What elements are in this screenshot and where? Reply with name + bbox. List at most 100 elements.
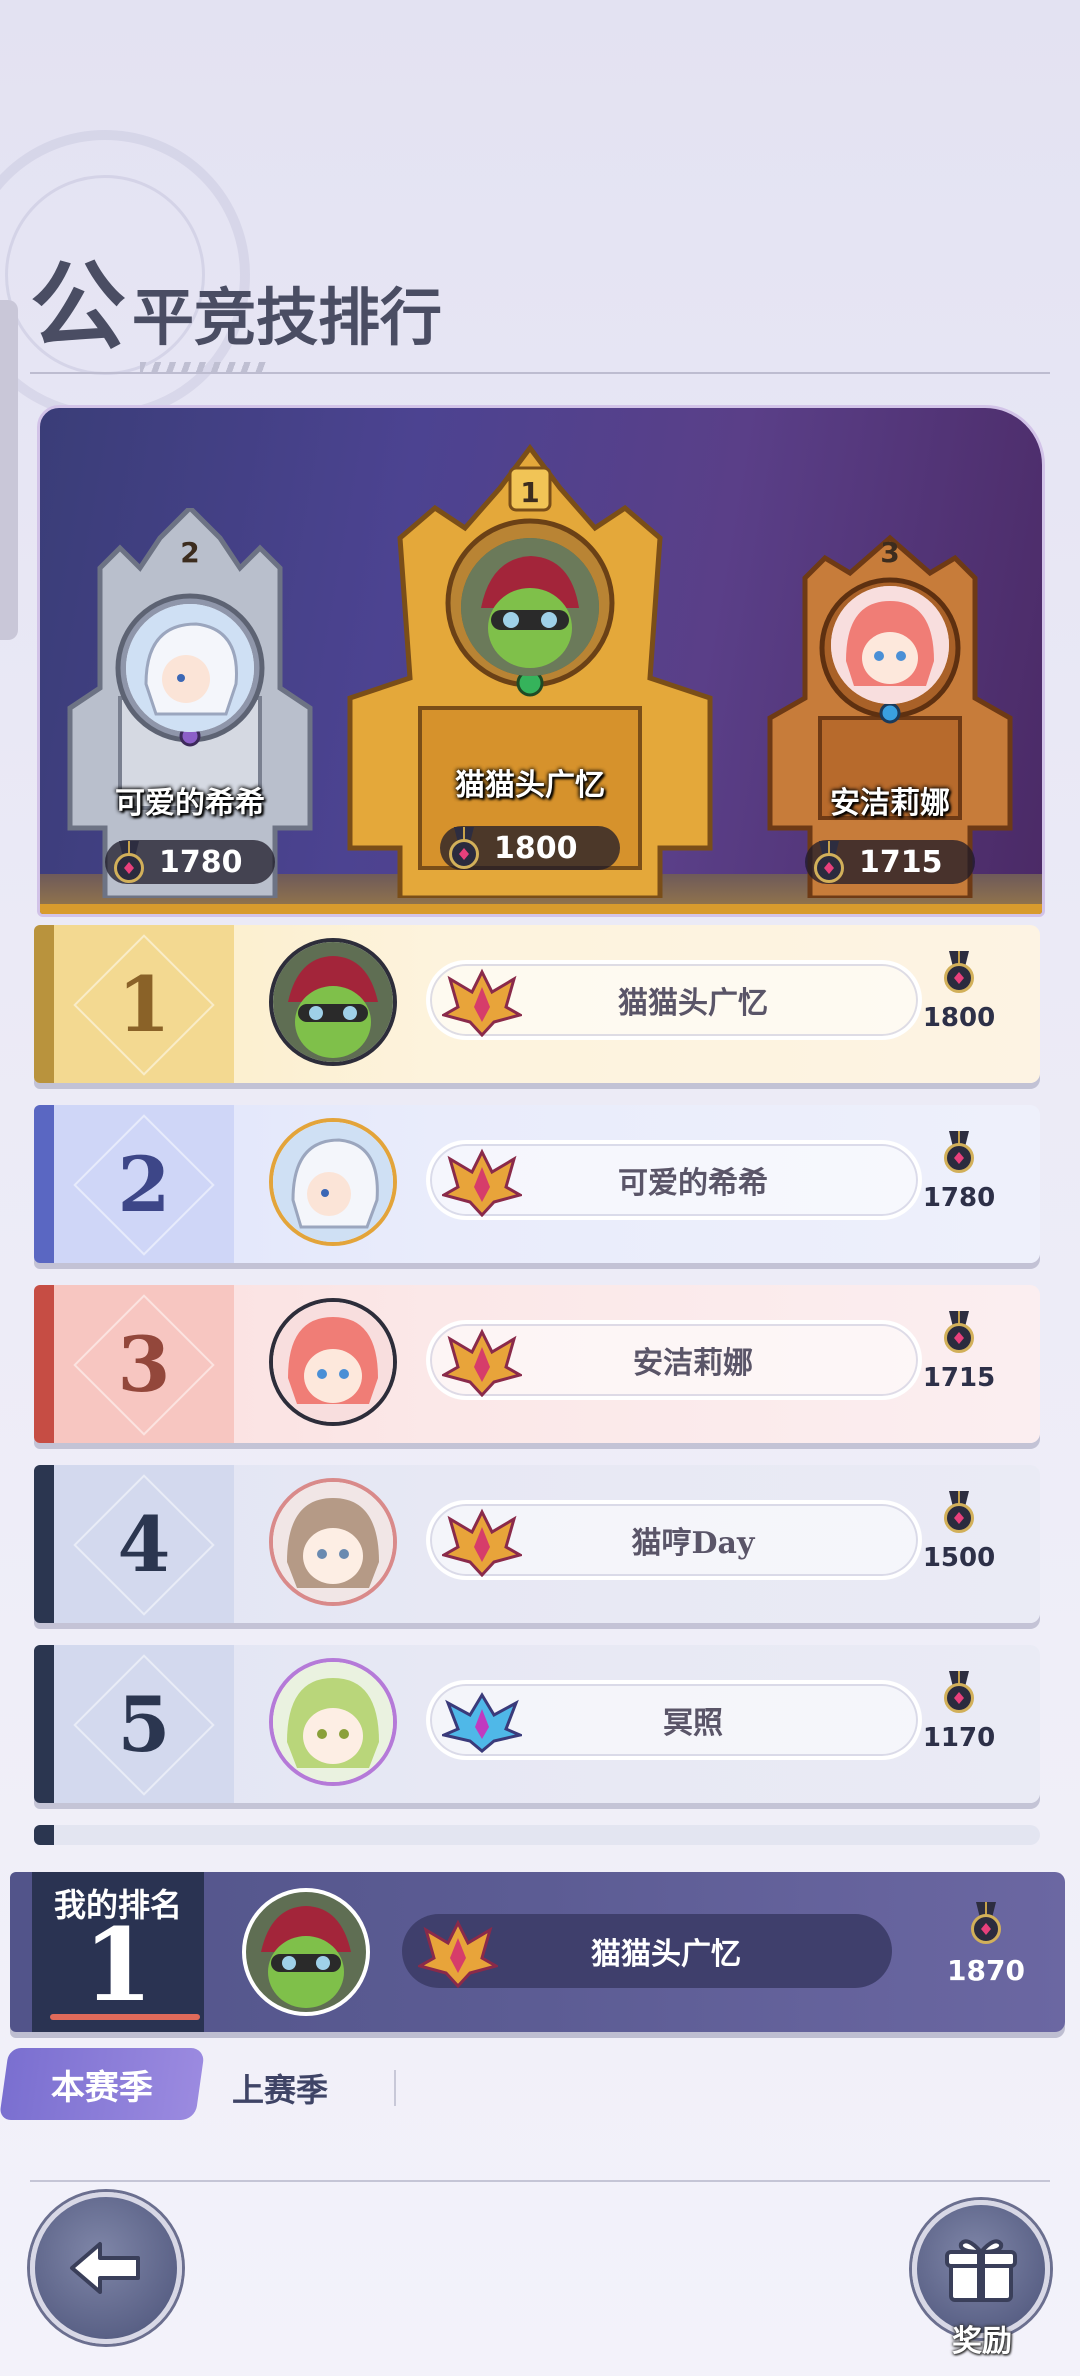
avatar[interactable] [269, 1298, 397, 1426]
medal-icon [943, 1131, 975, 1173]
score-value: 1780 [922, 1183, 996, 1213]
tab-separator [394, 2070, 396, 2106]
medal-icon [943, 1491, 975, 1533]
score-value: 1500 [922, 1543, 996, 1573]
player-name: 可爱的希希 [618, 1166, 768, 1201]
podium-score-value: 1780 [159, 844, 243, 880]
rank-color-bar [34, 1645, 54, 1803]
my-score-value: 1870 [947, 1954, 1025, 1987]
medal-icon [943, 951, 975, 993]
score: 1800 [904, 951, 1014, 1033]
ranking-row-partial[interactable] [34, 1825, 1040, 1845]
medal-icon [943, 1311, 975, 1353]
score: 1715 [904, 1311, 1014, 1393]
rank-cell: 1 [54, 925, 234, 1083]
my-score: 1870 [931, 1902, 1041, 1987]
avatar-goblin-icon [461, 538, 599, 676]
player-name: 冥照 [663, 1706, 723, 1741]
tab-last-season[interactable]: 上赛季 [232, 2058, 328, 2118]
avatar [831, 586, 949, 704]
ranking-row[interactable]: 3 安洁莉娜 1715 [34, 1285, 1040, 1443]
side-handle[interactable] [0, 300, 18, 640]
podium-rank-number: 1 [520, 476, 540, 509]
ranking-row[interactable]: 5 冥照 1170 [34, 1645, 1040, 1803]
my-rank-bar[interactable]: 我的排名 1 猫猫头广忆 1870 [10, 1872, 1065, 2032]
ranking-row[interactable]: 1 猫猫头广忆 1800 [34, 925, 1040, 1083]
podium-score: 1715 [805, 840, 975, 884]
my-rank-number: 1 [83, 1906, 153, 2024]
avatar-goblin-icon [273, 942, 393, 1062]
avatar-green-hair-icon [273, 1662, 393, 1782]
avatar-white-hair-icon [273, 1122, 393, 1242]
rank-number: 4 [117, 1499, 171, 1589]
list-fade [0, 1845, 1080, 1865]
medal-icon [943, 1671, 975, 1713]
rank-number: 3 [117, 1319, 171, 1409]
page-title-first-char: 公 [30, 250, 126, 363]
podium-score-value: 1800 [494, 830, 578, 866]
rank-color-bar [34, 1105, 54, 1263]
gift-icon [945, 2239, 1017, 2302]
page-title: 公 平竞技排行 [30, 245, 442, 355]
podium-rank-number: 3 [880, 536, 900, 569]
player-name: 猫猫头广忆 [618, 986, 768, 1021]
podium-rank-number: 2 [180, 536, 200, 569]
rank-color-bar [34, 1465, 54, 1623]
podium-banner: 2 可爱的希希 1780 1 猫猫头广忆 1800 3 安洁莉娜 1715 [37, 405, 1045, 917]
my-rank-underline [50, 2014, 200, 2020]
rank-number: 2 [117, 1139, 171, 1229]
medal-icon [113, 841, 145, 883]
avatar-pink-hair-icon [831, 586, 949, 704]
tab-current-season[interactable]: 本赛季 [0, 2048, 206, 2120]
back-arrow-icon [70, 2242, 140, 2294]
score: 1500 [904, 1491, 1014, 1573]
rank-color-bar [34, 1825, 54, 1845]
title-divider [30, 372, 1050, 374]
avatar[interactable] [269, 1658, 397, 1786]
avatar-pink-hair-icon [273, 1302, 393, 1422]
avatar [126, 604, 254, 732]
score: 1780 [904, 1131, 1014, 1213]
rank-cell: 2 [54, 1105, 234, 1263]
avatar-brown-hair-icon [273, 1482, 393, 1602]
podium-first[interactable]: 1 猫猫头广忆 1800 [340, 408, 720, 914]
podium-player-name: 猫猫头广忆 [455, 768, 605, 803]
page-title-rest: 平竞技排行 [132, 281, 443, 354]
rank-color-bar [34, 925, 54, 1083]
reward-label: 奖励 [952, 2324, 1012, 2359]
rank-number: 5 [117, 1679, 171, 1769]
rank-color-bar [34, 1285, 54, 1443]
score-value: 1800 [922, 1003, 996, 1033]
ranking-row[interactable]: 2 可爱的希希 1780 [34, 1105, 1040, 1263]
rank-cell: 3 [54, 1285, 234, 1443]
avatar [461, 538, 599, 676]
rank-cell: 4 [54, 1465, 234, 1623]
medal-icon [448, 827, 480, 869]
title-decoration-stripes [140, 362, 270, 372]
podium-third[interactable]: 3 安洁莉娜 1715 [740, 408, 1040, 914]
podium-player-name: 可爱的希希 [115, 786, 265, 821]
player-name: 猫哼Day [631, 1526, 755, 1561]
avatar[interactable] [269, 1118, 397, 1246]
avatar[interactable] [242, 1888, 370, 2016]
podium-second[interactable]: 2 可爱的希希 1780 [40, 408, 340, 914]
podium-player-name: 安洁莉娜 [830, 786, 950, 821]
score-value: 1170 [922, 1723, 996, 1753]
podium-score: 1780 [105, 840, 275, 884]
tab-current-season-label: 本赛季 [51, 2067, 153, 2108]
ranking-row[interactable]: 4 猫哼Day 1500 [34, 1465, 1040, 1623]
podium-score: 1800 [440, 826, 620, 870]
medal-icon [813, 841, 845, 883]
back-button[interactable] [30, 2192, 182, 2344]
score: 1170 [904, 1671, 1014, 1753]
score-value: 1715 [922, 1363, 996, 1393]
avatar[interactable] [269, 938, 397, 1066]
avatar-white-hair-icon [126, 604, 254, 732]
medal-icon [970, 1902, 1002, 1944]
player-name: 安洁莉娜 [633, 1346, 753, 1381]
rank-number: 1 [117, 959, 171, 1049]
rank-cell: 5 [54, 1645, 234, 1803]
my-player-name: 猫猫头广忆 [591, 1937, 741, 1972]
bottom-divider [30, 2180, 1050, 2182]
avatar[interactable] [269, 1478, 397, 1606]
